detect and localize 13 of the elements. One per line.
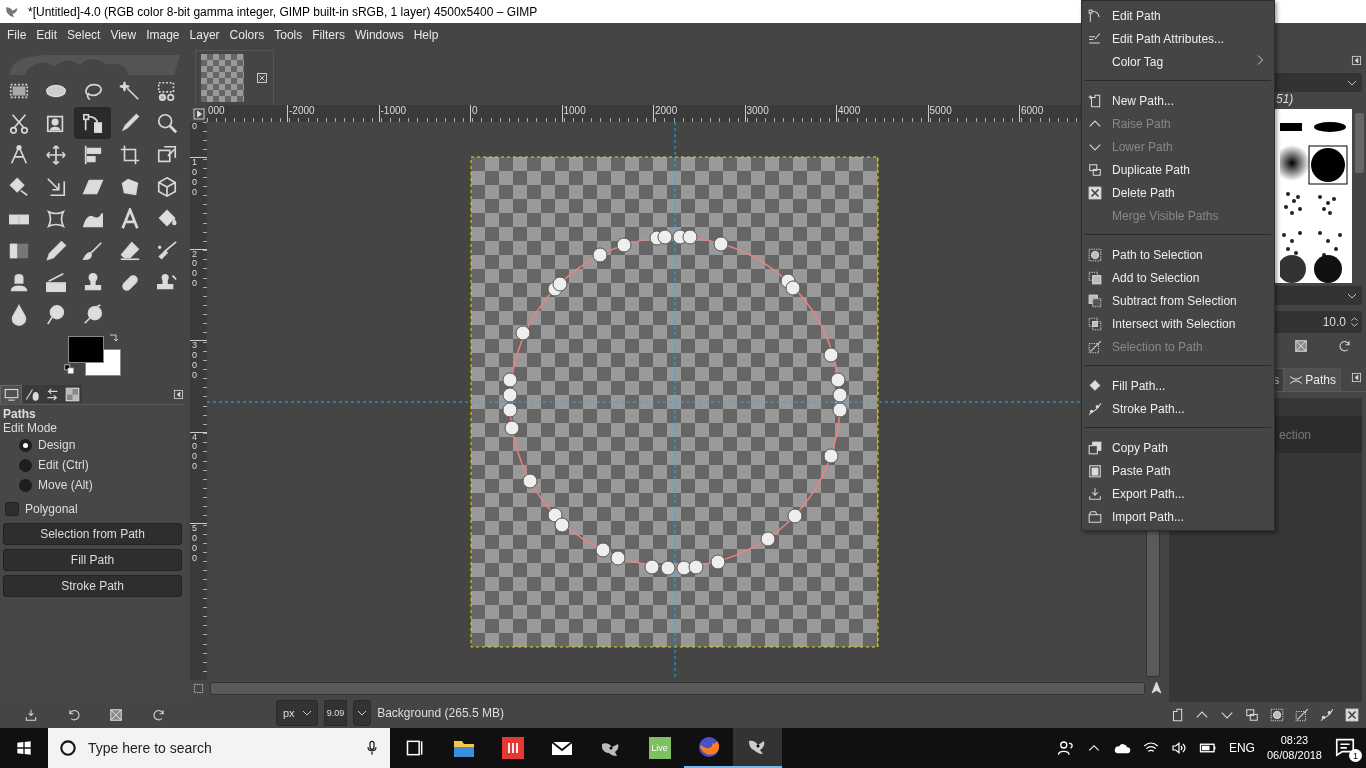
ruler-label: 000 <box>207 105 226 118</box>
notification-count: 1 <box>1349 749 1362 762</box>
ruler-label: 3000 <box>192 341 198 381</box>
edit-mode-label: Edit Mode <box>3 421 59 435</box>
ruler-label: 2000 <box>192 249 198 290</box>
ruler-label: 5000 <box>192 524 198 564</box>
options-title: Paths <box>3 407 37 421</box>
ruler-label: 0 <box>192 122 198 132</box>
window-title: *[Untitled]-4.0 (RGB color 8-bit gamma integer, GIMP built-in sRGB, 1 layer) 4500x5400 – GIMP <box>28 4 538 19</box>
ruler-label: 4000 <box>192 432 198 473</box>
ruler-label: 1000 <box>192 158 198 198</box>
app-tile-label: Live <box>648 737 671 759</box>
layer-info: Background (265.5 MB) <box>377 705 504 720</box>
